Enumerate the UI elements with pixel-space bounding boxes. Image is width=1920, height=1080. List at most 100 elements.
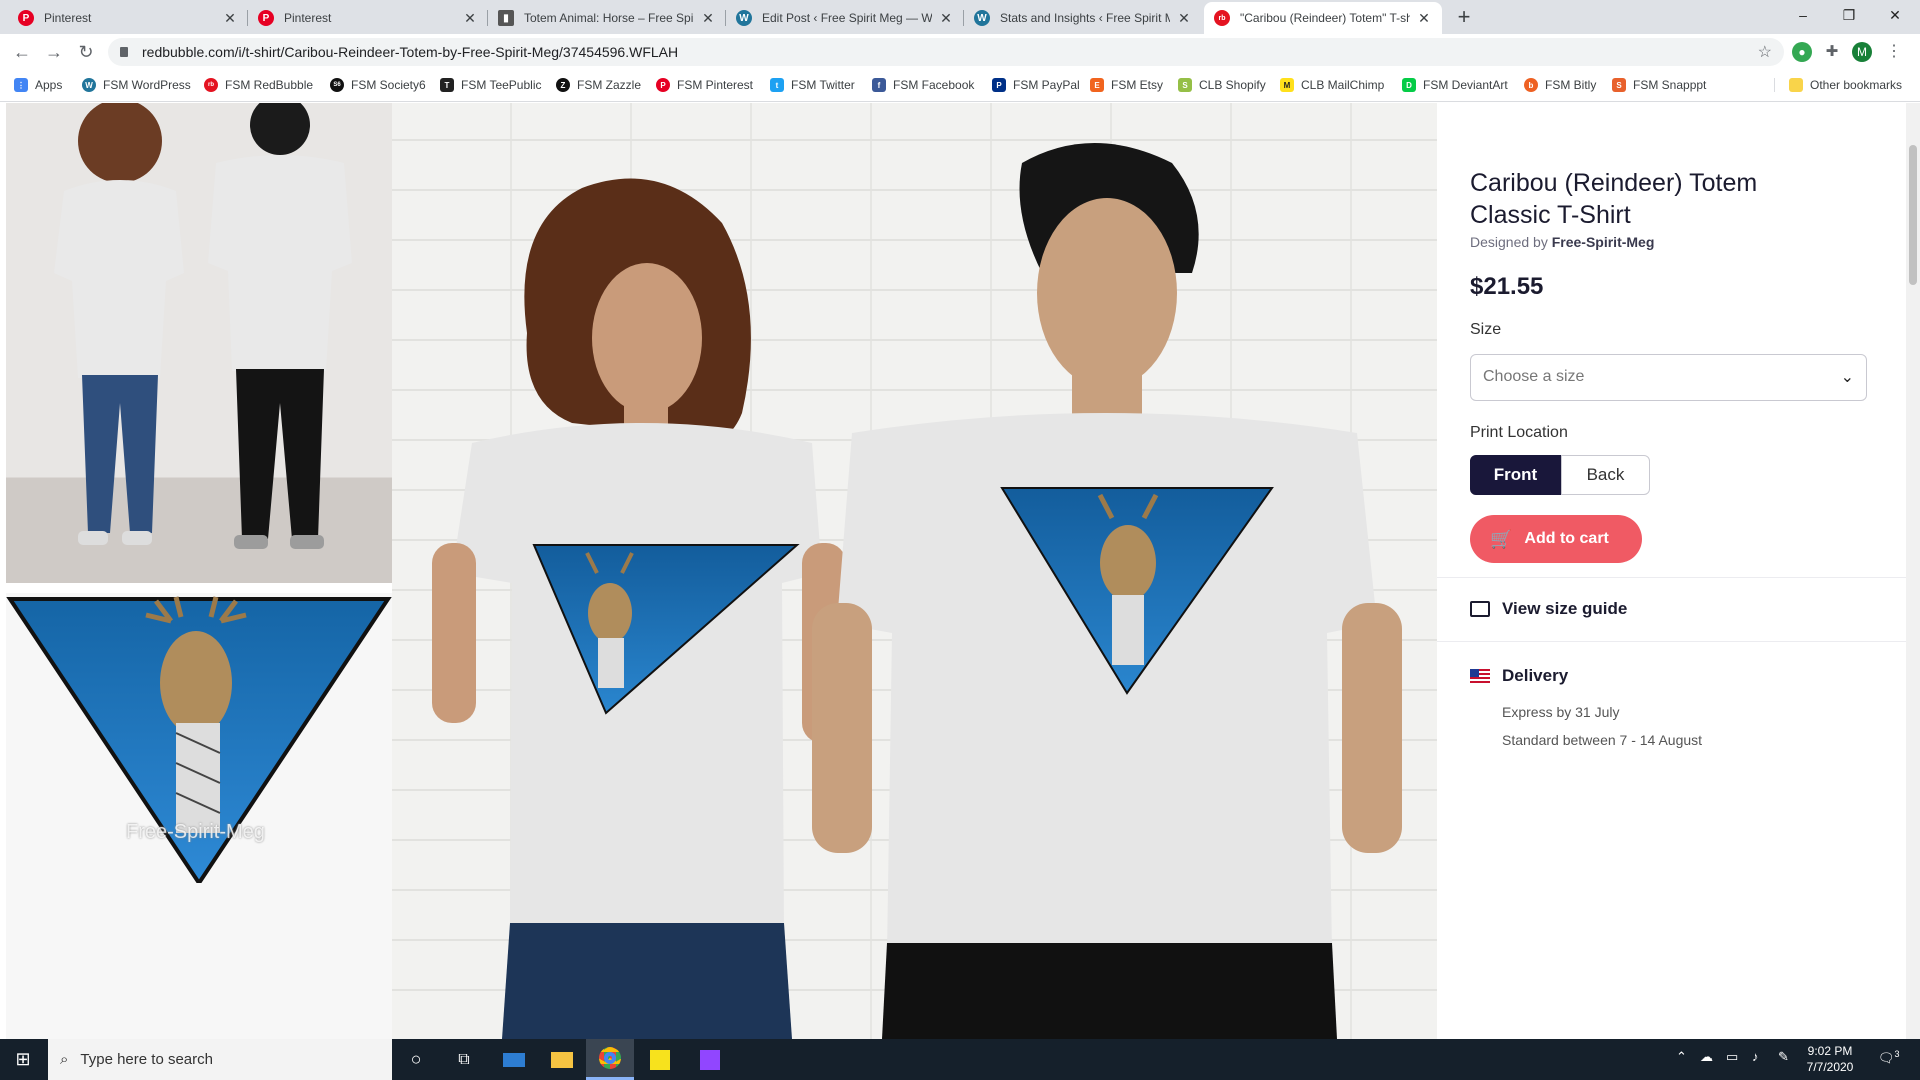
- delivery-standard: Standard between 7 - 14 August: [1502, 732, 1703, 748]
- bookmark-label: FSM Facebook: [893, 78, 975, 92]
- thumbnail-back-view[interactable]: [6, 103, 392, 583]
- search-icon: ⌕: [60, 1051, 69, 1068]
- bookmark-fsm-wordpress[interactable]: W FSM WordPress: [82, 78, 191, 92]
- size-select-value: Choose a size: [1483, 368, 1585, 385]
- minimize-button[interactable]: –: [1780, 0, 1826, 30]
- bookmark-fsm-etsy[interactable]: E FSM Etsy: [1090, 78, 1163, 92]
- shopify-icon: S: [1178, 78, 1192, 92]
- tab-stats[interactable]: W Stats and Insights ‹ Free Spirit Me ✕: [964, 2, 1202, 34]
- file-explorer-icon[interactable]: [538, 1039, 586, 1080]
- windows-taskbar: ⊞ ⌕ Type here to search ○ ⧉ ⌃ ☁ ▭ ♪ ✎ 9:…: [0, 1039, 1920, 1080]
- bookmark-other[interactable]: Other bookmarks: [1774, 78, 1902, 92]
- bookmark-label: FSM Bitly: [1545, 78, 1597, 92]
- notifications-icon[interactable]: 🗨3: [1878, 1049, 1900, 1066]
- cortana-icon[interactable]: ○: [392, 1039, 440, 1080]
- puzzle-extensions-icon[interactable]: ✚: [1822, 42, 1842, 62]
- tab-edit-post[interactable]: W Edit Post ‹ Free Spirit Meg — Wo ✕: [726, 2, 964, 34]
- clock-time: 9:02 PM: [1807, 1044, 1853, 1058]
- print-front-button[interactable]: Front: [1470, 455, 1561, 495]
- bookmark-fsm-paypal[interactable]: P FSM PayPal: [992, 78, 1080, 92]
- size-guide-label: View size guide: [1502, 599, 1628, 618]
- designer-link[interactable]: Free-Spirit-Meg: [1552, 234, 1655, 250]
- thumbnail-design[interactable]: Free-Spirit-Meg: [6, 593, 392, 1039]
- windows-start-icon[interactable]: ⊞: [0, 1039, 46, 1080]
- chevron-up-icon[interactable]: ⌃: [1676, 1049, 1687, 1065]
- task-view-icon[interactable]: ⧉: [440, 1039, 488, 1080]
- menu-kebab-icon[interactable]: ⋮: [1884, 42, 1904, 62]
- close-tab-icon[interactable]: ✕: [1416, 10, 1432, 27]
- twitter-icon: t: [770, 78, 784, 92]
- clock[interactable]: 9:02 PM 7/7/2020: [1800, 1043, 1860, 1075]
- bookmark-fsm-society6[interactable]: S6 FSM Society6: [330, 78, 426, 92]
- bookmark-clb-mailchimp[interactable]: M CLB MailChimp: [1280, 78, 1384, 92]
- close-tab-icon[interactable]: ✕: [462, 10, 478, 27]
- bookmark-fsm-facebook[interactable]: f FSM Facebook: [872, 78, 974, 92]
- lock-icon: [120, 47, 128, 57]
- bookmark-label: CLB Shopify: [1199, 78, 1266, 92]
- back-arrow-icon[interactable]: ←: [8, 38, 36, 66]
- size-guide-link[interactable]: View size guide: [1470, 599, 1627, 619]
- product-details-panel: Caribou (Reindeer) Totem Classic T-Shirt…: [1437, 103, 1906, 1039]
- bookmark-label: FSM TeePublic: [461, 78, 542, 92]
- bookmark-fsm-twitter[interactable]: t FSM Twitter: [770, 78, 855, 92]
- folder-icon: [1789, 78, 1803, 92]
- bookmark-star-icon[interactable]: ☆: [1758, 42, 1772, 62]
- divider: [1437, 577, 1906, 578]
- forward-arrow-icon[interactable]: →: [40, 38, 68, 66]
- tab-pinterest-2[interactable]: P Pinterest ✕: [248, 2, 488, 34]
- pen-icon[interactable]: ✎: [1778, 1049, 1789, 1065]
- tab-title: Pinterest: [284, 11, 332, 25]
- volume-icon[interactable]: ♪: [1752, 1049, 1759, 1064]
- size-select[interactable]: Choose a size ⌄: [1470, 354, 1867, 401]
- etsy-icon: E: [1090, 78, 1104, 92]
- profile-avatar[interactable]: M: [1852, 42, 1872, 62]
- wordpress-icon: W: [974, 10, 990, 26]
- mailchimp-icon: M: [1280, 78, 1294, 92]
- sticky-notes-icon[interactable]: [636, 1039, 684, 1080]
- zazzle-icon: Z: [556, 78, 570, 92]
- close-tab-icon[interactable]: ✕: [700, 10, 716, 27]
- clock-date: 7/7/2020: [1806, 1060, 1854, 1074]
- bookmark-fsm-pinterest[interactable]: P FSM Pinterest: [656, 78, 753, 92]
- bookmark-fsm-snapppt[interactable]: S FSM Snapppt: [1612, 78, 1706, 92]
- print-back-button[interactable]: Back: [1561, 455, 1650, 495]
- cloud-icon[interactable]: ☁: [1700, 1049, 1713, 1065]
- taskbar-search[interactable]: ⌕ Type here to search: [48, 1039, 392, 1080]
- tab-title: Stats and Insights ‹ Free Spirit Me: [1000, 11, 1170, 25]
- twitch-icon[interactable]: [686, 1039, 734, 1080]
- bookmark-apps[interactable]: ⋮ Apps: [14, 78, 62, 92]
- tab-pinterest-1[interactable]: P Pinterest ✕: [8, 2, 248, 34]
- network-icon[interactable]: ▭: [1726, 1049, 1738, 1065]
- close-window-button[interactable]: ✕: [1872, 0, 1918, 30]
- page-icon: ▮: [498, 10, 514, 26]
- wordpress-icon: W: [82, 78, 96, 92]
- add-to-cart-button[interactable]: 🛒 Add to cart: [1470, 515, 1642, 563]
- bookmark-fsm-bitly[interactable]: b FSM Bitly: [1524, 78, 1596, 92]
- reload-icon[interactable]: ↻: [72, 38, 100, 66]
- mail-icon[interactable]: [490, 1039, 538, 1080]
- maximize-button[interactable]: ❐: [1826, 0, 1872, 30]
- tab-title: "Caribou (Reindeer) Totem" T-sh: [1240, 11, 1410, 25]
- bookmark-label: FSM Snapppt: [1633, 78, 1707, 92]
- bookmark-label: FSM Zazzle: [577, 78, 642, 92]
- bookmark-label: CLB MailChimp: [1301, 78, 1385, 92]
- delivery-express: Express by 31 July: [1502, 704, 1620, 720]
- bookmark-fsm-teepublic[interactable]: T FSM TeePublic: [440, 78, 541, 92]
- bookmark-fsm-zazzle[interactable]: Z FSM Zazzle: [556, 78, 641, 92]
- url-text[interactable]: redbubble.com/i/t-shirt/Caribou-Reindeer…: [142, 44, 678, 60]
- address-bar[interactable]: redbubble.com/i/t-shirt/Caribou-Reindeer…: [108, 38, 1784, 66]
- tab-totem-horse[interactable]: ▮ Totem Animal: Horse – Free Spiri ✕: [488, 2, 726, 34]
- scrollbar-thumb[interactable]: [1909, 145, 1917, 285]
- close-tab-icon[interactable]: ✕: [938, 10, 954, 27]
- tab-caribou-active[interactable]: rb "Caribou (Reindeer) Totem" T-sh ✕: [1204, 2, 1442, 34]
- chrome-icon[interactable]: [586, 1039, 634, 1080]
- bookmark-clb-shopify[interactable]: S CLB Shopify: [1178, 78, 1266, 92]
- bookmark-fsm-deviantart[interactable]: D FSM DeviantArt: [1402, 78, 1508, 92]
- extension-icon[interactable]: ●: [1792, 42, 1812, 62]
- bookmark-fsm-redbubble[interactable]: rb FSM RedBubble: [204, 78, 313, 92]
- hero-product-image[interactable]: [392, 103, 1437, 1039]
- close-tab-icon[interactable]: ✕: [1176, 10, 1192, 27]
- new-tab-button[interactable]: +: [1450, 4, 1478, 32]
- close-tab-icon[interactable]: ✕: [222, 10, 238, 27]
- page-scrollbar[interactable]: [1906, 103, 1920, 1039]
